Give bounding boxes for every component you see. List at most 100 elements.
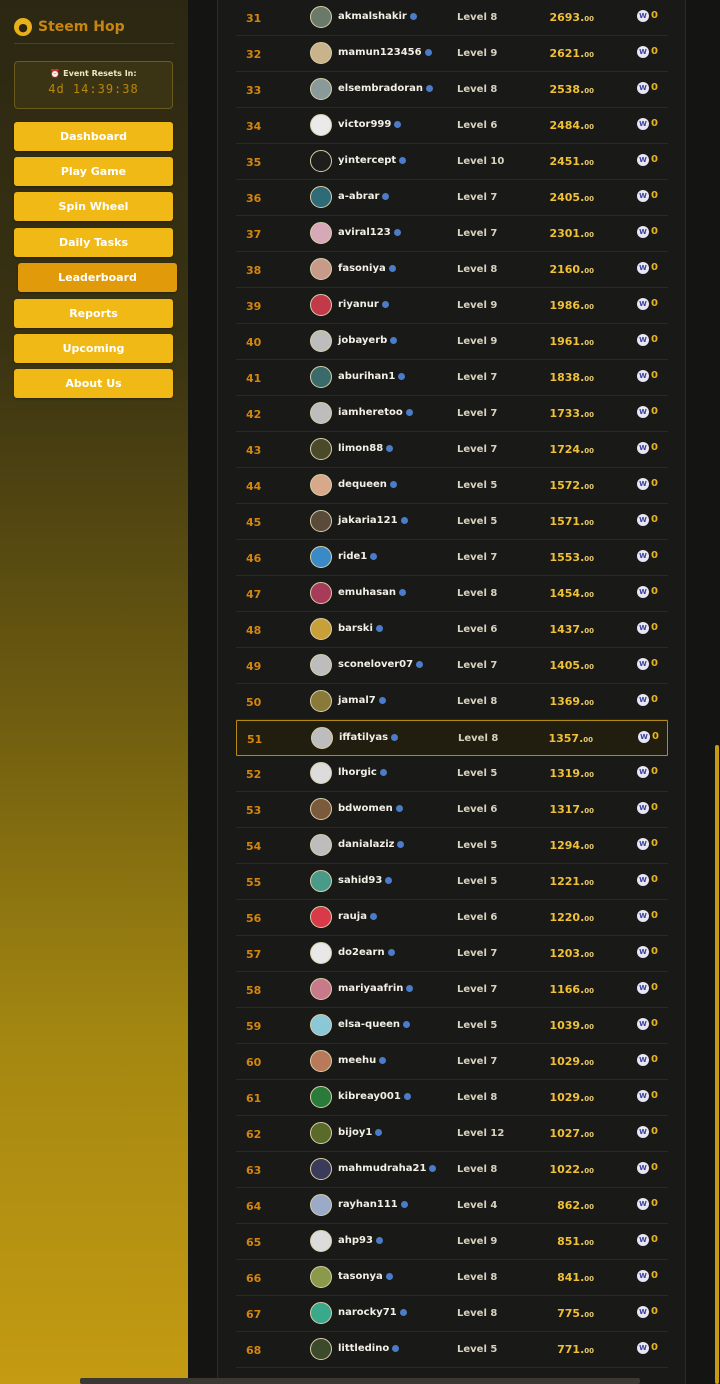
avatar[interactable] xyxy=(310,222,332,244)
username[interactable]: sahid93 xyxy=(338,875,382,886)
username-link[interactable]: akmalshakir xyxy=(338,11,417,22)
avatar[interactable] xyxy=(310,366,332,388)
username[interactable]: riyanur xyxy=(338,299,379,310)
username[interactable]: jamal7 xyxy=(338,695,376,706)
username[interactable]: aviral123 xyxy=(338,227,391,238)
username-link[interactable]: danialaziz xyxy=(338,839,405,850)
avatar[interactable] xyxy=(310,150,332,172)
username-link[interactable]: mamun123456 xyxy=(338,47,432,58)
username[interactable]: aburihan1 xyxy=(338,371,395,382)
nav-leaderboard-button[interactable]: Leaderboard xyxy=(18,263,177,292)
username[interactable]: bdwomen xyxy=(338,803,393,814)
nav-reports-button[interactable]: Reports xyxy=(14,299,173,328)
username-link[interactable]: iamheretoo xyxy=(338,407,413,418)
username[interactable]: ride1 xyxy=(338,551,367,562)
username-link[interactable]: bdwomen xyxy=(338,803,403,814)
username-link[interactable]: mariyaafrin xyxy=(338,983,414,994)
username[interactable]: jobayerb xyxy=(338,335,387,346)
username-link[interactable]: rauja xyxy=(338,911,377,922)
username[interactable]: meehu xyxy=(338,1055,376,1066)
username-link[interactable]: sahid93 xyxy=(338,875,393,886)
username[interactable]: elsa-queen xyxy=(338,1019,400,1030)
avatar[interactable] xyxy=(310,1086,332,1108)
avatar[interactable] xyxy=(310,402,332,424)
username-link[interactable]: elsembradoran xyxy=(338,83,434,94)
username[interactable]: yintercept xyxy=(338,155,396,166)
username-link[interactable]: a-abrar xyxy=(338,191,390,202)
username[interactable]: iffatilyas xyxy=(339,732,388,743)
nav-dashboard-button[interactable]: Dashboard xyxy=(14,122,173,151)
username-link[interactable]: aviral123 xyxy=(338,227,401,238)
username-link[interactable]: riyanur xyxy=(338,299,389,310)
username-link[interactable]: fasoniya xyxy=(338,263,396,274)
brand[interactable]: ● Steem Hop xyxy=(14,16,174,38)
avatar[interactable] xyxy=(310,438,332,460)
username[interactable]: mamun123456 xyxy=(338,47,422,58)
nav-spin-wheel-button[interactable]: Spin Wheel xyxy=(14,192,173,221)
avatar[interactable] xyxy=(310,1014,332,1036)
username[interactable]: victor999 xyxy=(338,119,391,130)
avatar[interactable] xyxy=(310,1050,332,1072)
avatar[interactable] xyxy=(310,618,332,640)
username-link[interactable]: yintercept xyxy=(338,155,407,166)
username[interactable]: mahmudraha21 xyxy=(338,1163,426,1174)
nav-about-us-button[interactable]: About Us xyxy=(14,369,173,398)
username[interactable]: danialaziz xyxy=(338,839,394,850)
avatar[interactable] xyxy=(310,1158,332,1180)
username[interactable]: emuhasan xyxy=(338,587,396,598)
username-link[interactable]: ride1 xyxy=(338,551,378,562)
username-link[interactable]: mahmudraha21 xyxy=(338,1163,437,1174)
username[interactable]: ahp93 xyxy=(338,1235,373,1246)
username-link[interactable]: tasonya xyxy=(338,1271,393,1282)
avatar[interactable] xyxy=(310,582,332,604)
username-link[interactable]: rayhan111 xyxy=(338,1199,408,1210)
username-link[interactable]: jobayerb xyxy=(338,335,398,346)
avatar[interactable] xyxy=(310,474,332,496)
username-link[interactable]: aburihan1 xyxy=(338,371,406,382)
avatar[interactable] xyxy=(310,1230,332,1252)
username-link[interactable]: bijoy1 xyxy=(338,1127,383,1138)
username[interactable]: lhorgic xyxy=(338,767,377,778)
avatar[interactable] xyxy=(310,1194,332,1216)
avatar[interactable] xyxy=(310,294,332,316)
username[interactable]: sconelover07 xyxy=(338,659,413,670)
avatar[interactable] xyxy=(310,186,332,208)
horizontal-scrollbar[interactable] xyxy=(80,1378,640,1384)
username-link[interactable]: sconelover07 xyxy=(338,659,424,670)
avatar[interactable] xyxy=(310,834,332,856)
username-link[interactable]: kibreay001 xyxy=(338,1091,411,1102)
username-link[interactable]: meehu xyxy=(338,1055,387,1066)
avatar[interactable] xyxy=(310,1302,332,1324)
avatar[interactable] xyxy=(310,1266,332,1288)
avatar[interactable] xyxy=(310,654,332,676)
nav-daily-tasks-button[interactable]: Daily Tasks xyxy=(14,228,173,257)
username[interactable]: akmalshakir xyxy=(338,11,407,22)
nav-upcoming-button[interactable]: Upcoming xyxy=(14,334,173,363)
username[interactable]: elsembradoran xyxy=(338,83,423,94)
avatar[interactable] xyxy=(310,330,332,352)
username[interactable]: fasoniya xyxy=(338,263,386,274)
vertical-scrollbar[interactable] xyxy=(715,745,719,1384)
username-link[interactable]: victor999 xyxy=(338,119,402,130)
avatar[interactable] xyxy=(310,78,332,100)
username-link[interactable]: emuhasan xyxy=(338,587,407,598)
username-link[interactable]: iffatilyas xyxy=(339,732,399,743)
username[interactable]: mariyaafrin xyxy=(338,983,403,994)
avatar[interactable] xyxy=(310,1122,332,1144)
username[interactable]: barski xyxy=(338,623,373,634)
avatar[interactable] xyxy=(310,546,332,568)
avatar[interactable] xyxy=(310,510,332,532)
username[interactable]: a-abrar xyxy=(338,191,379,202)
username[interactable]: iamheretoo xyxy=(338,407,403,418)
username[interactable]: rauja xyxy=(338,911,367,922)
username[interactable]: dequeen xyxy=(338,479,387,490)
nav-play-game-button[interactable]: Play Game xyxy=(14,157,173,186)
avatar[interactable] xyxy=(310,114,332,136)
username[interactable]: narocky71 xyxy=(338,1307,397,1318)
avatar[interactable] xyxy=(310,942,332,964)
username-link[interactable]: dequeen xyxy=(338,479,397,490)
username[interactable]: rayhan111 xyxy=(338,1199,398,1210)
avatar[interactable] xyxy=(310,258,332,280)
username[interactable]: do2earn xyxy=(338,947,385,958)
username-link[interactable]: jamal7 xyxy=(338,695,386,706)
